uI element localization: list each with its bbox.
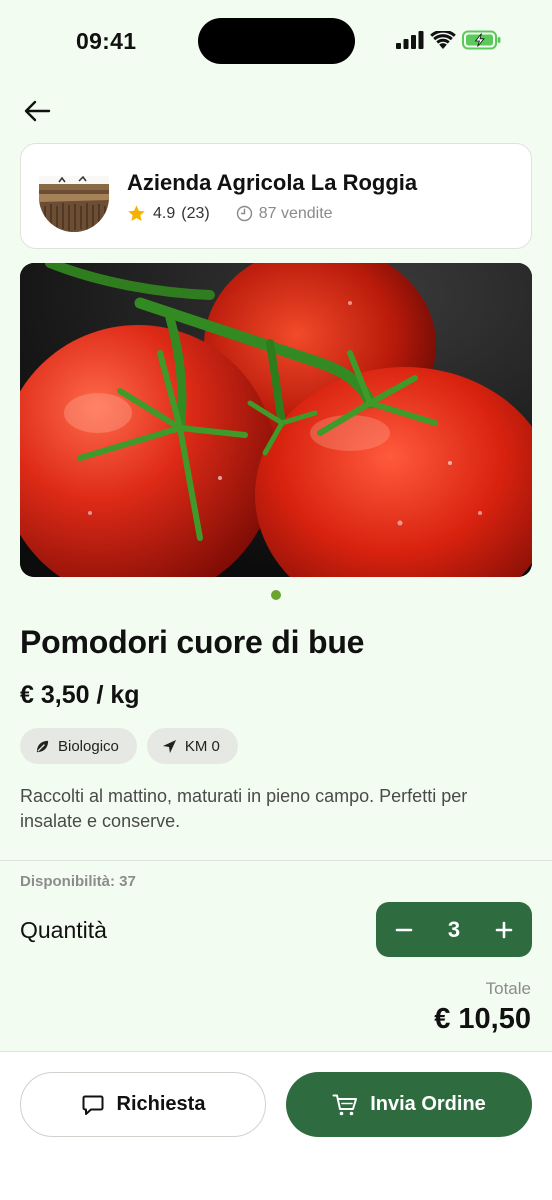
total-value: € 10,50 bbox=[434, 1003, 531, 1035]
status-icons bbox=[396, 30, 502, 50]
quantity-stepper: 3 bbox=[376, 902, 532, 957]
back-button[interactable] bbox=[20, 94, 54, 128]
bottom-action-bar: Richiesta Invia Ordine bbox=[0, 1051, 552, 1200]
navigation-arrow-icon bbox=[162, 739, 176, 753]
product-image bbox=[20, 263, 532, 577]
tag-km0: KM 0 bbox=[146, 728, 238, 764]
plus-icon bbox=[495, 921, 513, 938]
status-time: 09:41 bbox=[76, 28, 137, 54]
arrow-left-icon bbox=[24, 100, 51, 122]
availability: Disponibilità: 37 bbox=[20, 873, 136, 890]
seller-sales: 87 vendite bbox=[258, 204, 333, 222]
minus-icon bbox=[395, 928, 413, 931]
product-title: Pomodori cuore di bue bbox=[20, 624, 365, 660]
dynamic-island bbox=[198, 18, 355, 64]
clock-icon bbox=[236, 205, 252, 222]
send-order-button-label: Invia Ordine bbox=[370, 1093, 486, 1115]
wifi-icon bbox=[430, 30, 456, 49]
chat-bubble-icon bbox=[82, 1095, 104, 1115]
tag-label: Biologico bbox=[58, 737, 119, 755]
battery-charging-icon bbox=[462, 30, 501, 50]
seller-rating: 4.9 bbox=[153, 204, 176, 222]
tag-biologico: Biologico bbox=[20, 728, 137, 764]
status-bar: 09:41 bbox=[0, 0, 552, 80]
seller-meta: 4.9 (23) 87 vendite bbox=[127, 204, 333, 223]
product-tags: Biologico KM 0 bbox=[20, 728, 238, 764]
product-price: € 3,50 / kg bbox=[20, 681, 140, 709]
product-description: Raccolti al mattino, maturati in pieno c… bbox=[20, 786, 468, 831]
seller-avatar bbox=[39, 176, 109, 232]
quantity-value: 3 bbox=[447, 916, 461, 942]
decrement-button[interactable] bbox=[393, 919, 415, 941]
product-photo[interactable] bbox=[20, 263, 532, 577]
request-button[interactable]: Richiesta bbox=[20, 1072, 266, 1137]
seller-card[interactable]: Azienda Agricola La Roggia 4.9 (23) 87 v… bbox=[20, 143, 532, 249]
increment-button[interactable] bbox=[493, 919, 515, 941]
gallery-page-indicator bbox=[271, 590, 281, 600]
divider bbox=[0, 1051, 552, 1052]
star-icon bbox=[128, 205, 145, 222]
cellular-signal-icon bbox=[396, 31, 424, 49]
leaf-icon bbox=[36, 740, 49, 752]
seller-name: Azienda Agricola La Roggia bbox=[127, 170, 418, 195]
divider bbox=[0, 860, 552, 861]
cart-icon bbox=[332, 1094, 358, 1115]
total-label: Totale bbox=[485, 979, 531, 998]
quantity-label: Quantità bbox=[20, 917, 107, 943]
send-order-button[interactable]: Invia Ordine bbox=[286, 1072, 532, 1137]
seller-review-count: (23) bbox=[181, 204, 210, 222]
tag-label: KM 0 bbox=[184, 737, 220, 755]
request-button-label: Richiesta bbox=[116, 1093, 206, 1115]
